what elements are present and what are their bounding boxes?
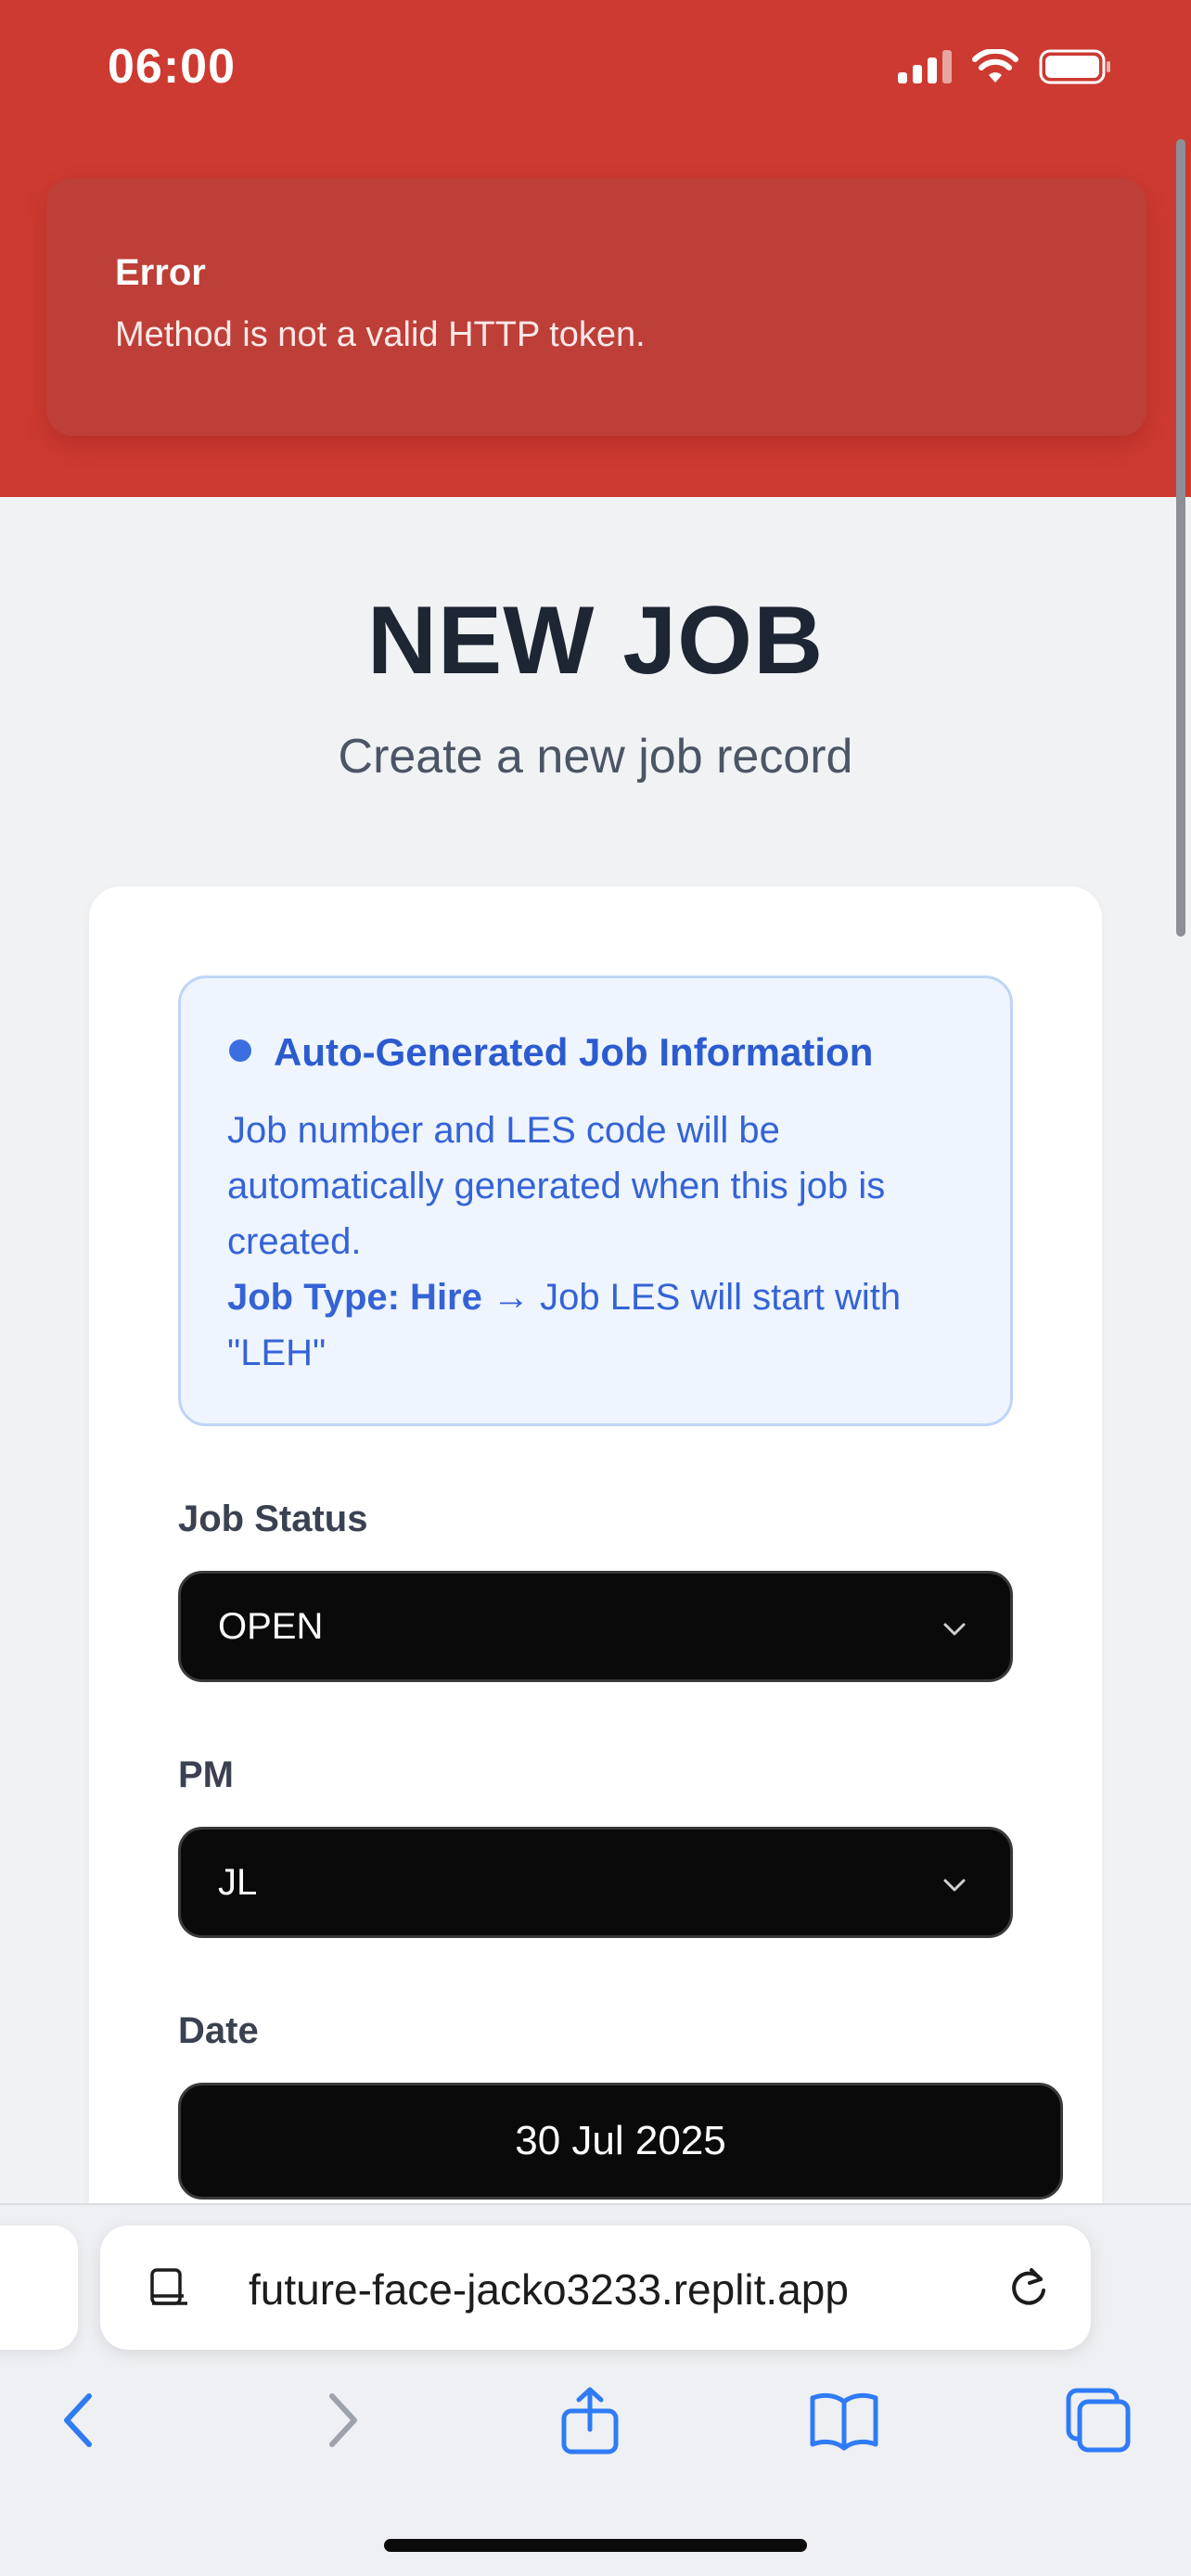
error-toast[interactable]: Error Method is not a valid HTTP token.: [46, 178, 1146, 436]
date-label: Date: [178, 2010, 259, 2051]
chevron-down-icon: [943, 1623, 966, 1636]
info-dot-icon: [229, 1039, 251, 1062]
status-time: 06:00: [108, 40, 236, 94]
scrollbar[interactable]: [1176, 139, 1185, 937]
back-icon[interactable]: [45, 2385, 115, 2455]
pm-select[interactable]: JL: [178, 1827, 1013, 1938]
page-subtitle: Create a new job record: [338, 730, 853, 784]
date-value: 30 Jul 2025: [515, 2118, 726, 2163]
previous-tab-preview[interactable]: [0, 2225, 78, 2350]
url-text: future-face-jacko3233.replit.app: [249, 2265, 849, 2314]
cellular-signal-icon: [898, 50, 952, 83]
pm-value: JL: [218, 1861, 258, 1903]
tab-reader-icon[interactable]: [147, 2264, 193, 2311]
auto-generated-info-box: Auto-Generated Job Information Job numbe…: [178, 976, 1013, 1426]
info-body-text: Job number and LES code will be automati…: [227, 1110, 886, 1262]
share-icon[interactable]: [555, 2385, 625, 2455]
job-status-select[interactable]: OPEN: [178, 1571, 1013, 1682]
page-title: NEW JOB: [366, 587, 825, 695]
job-type-label: Job Type: Hire: [227, 1277, 482, 1318]
date-input[interactable]: 30 Jul 2025: [178, 2083, 1063, 2200]
bookmarks-icon[interactable]: [809, 2385, 879, 2455]
status-icons: [898, 46, 1113, 87]
toast-title: Error: [115, 252, 206, 293]
reload-icon[interactable]: [1004, 2263, 1054, 2313]
info-heading: Auto-Generated Job Information: [274, 1030, 874, 1074]
job-status-value: OPEN: [218, 1605, 324, 1647]
job-status-label: Job Status: [178, 1498, 368, 1539]
battery-icon: [1039, 49, 1110, 84]
info-body: Job number and LES code will be automati…: [227, 1103, 988, 1381]
address-bar[interactable]: future-face-jacko3233.replit.app: [100, 2225, 1091, 2350]
home-indicator[interactable]: [384, 2539, 807, 2552]
wifi-icon: [972, 49, 1018, 83]
chevron-down-icon: [943, 1879, 966, 1892]
forward-icon[interactable]: [306, 2385, 377, 2455]
tabs-icon[interactable]: [1063, 2385, 1133, 2455]
toast-message: Method is not a valid HTTP token.: [115, 315, 646, 354]
pm-label: PM: [178, 1754, 234, 1795]
